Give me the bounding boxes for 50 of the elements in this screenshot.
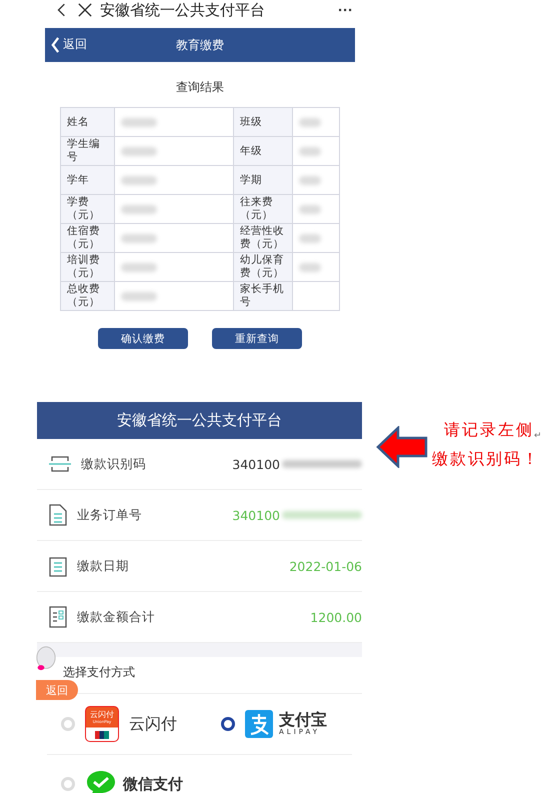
action-button[interactable]: 确认缴费	[98, 328, 188, 349]
payment-value: 340100	[232, 456, 280, 472]
platform-header: 安徽省统一公共支付平台	[37, 402, 362, 439]
payment-label: 缴款日期	[77, 558, 129, 574]
chevron-icon	[51, 36, 60, 52]
table-label-cell: 学期	[234, 166, 292, 194]
radio-button[interactable]	[221, 717, 235, 731]
action-button[interactable]: 重新查询	[212, 328, 302, 349]
option-label: 微信支付	[123, 774, 183, 793]
card-icon	[95, 731, 109, 739]
table-label-cell: 幼儿保育费（元）	[234, 252, 292, 282]
table-label-cell: 年级	[234, 136, 292, 166]
pay-option[interactable]: 微信支付	[47, 769, 183, 793]
alipay-icon	[245, 710, 273, 738]
payment-value: 340100	[232, 508, 280, 522]
table-label-cell: 总收费（元）	[60, 282, 115, 310]
table-label-cell: 住宿费（元）	[60, 224, 115, 252]
table-label-cell: 学生编号	[60, 136, 115, 166]
annotation-text: 缴款识别码！	[432, 449, 541, 470]
table-label-cell: 培训费（元）	[60, 252, 115, 282]
close-icon[interactable]	[78, 3, 92, 17]
table-label-cell: 学年	[60, 166, 115, 194]
table-label-cell: 班级	[234, 108, 292, 136]
ledger-icon	[49, 606, 67, 628]
calendar-icon	[49, 555, 67, 577]
table-label-cell: 姓名	[60, 108, 115, 136]
payment-label: 业务订单号	[77, 506, 142, 524]
annotation-text: 请记录左侧	[444, 420, 534, 441]
back-icon[interactable]	[56, 2, 66, 18]
mascot-drawing	[36, 646, 56, 671]
logo-text: 云闪付	[90, 710, 114, 719]
header-title: 教育缴费	[176, 36, 224, 54]
document-icon	[49, 504, 67, 526]
table-label-cell: 往来费（元）	[234, 194, 292, 224]
page-title: 安徽省统一公共支付平台	[100, 0, 265, 20]
option-label: 支付宝	[279, 711, 327, 728]
payment-label: 缴款金额合计	[77, 608, 155, 626]
paragraph-mark: ↵	[534, 431, 542, 441]
left-arrow-icon	[376, 426, 428, 468]
more-button[interactable]: ···	[338, 2, 353, 18]
option-label: 云闪付	[129, 714, 177, 734]
payment-value: 1200.00	[310, 610, 362, 624]
payment-label: 缴款识别码	[81, 456, 146, 472]
table-label-cell: 学费（元）	[60, 194, 115, 224]
result-title: 查询结果	[175, 79, 225, 96]
payment-value: 2022-01-06	[289, 558, 362, 574]
table-label-cell: 家长手机号	[234, 282, 292, 310]
table-label-cell: 经营性收费（元）	[234, 224, 292, 252]
scan-icon	[49, 455, 71, 473]
back-button[interactable]: 返回	[51, 36, 87, 53]
